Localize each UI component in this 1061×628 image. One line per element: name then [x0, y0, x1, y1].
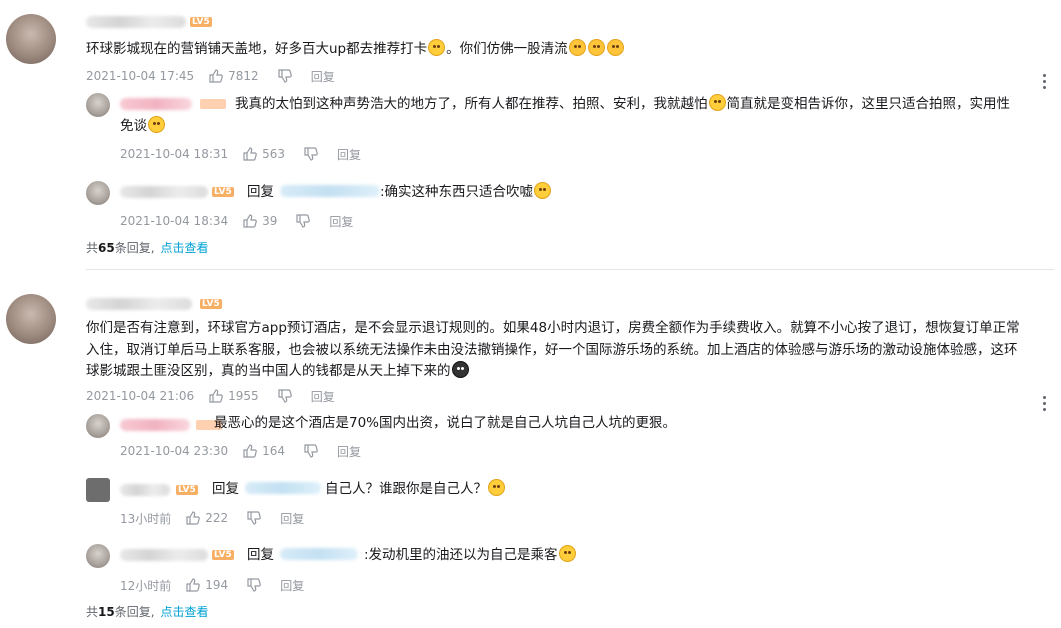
emoji-icon	[534, 182, 552, 199]
reply-meta: 12小时前 194 回复	[120, 575, 304, 595]
level-badge	[200, 99, 226, 109]
reply-button[interactable]: 回复	[337, 146, 361, 163]
avatar[interactable]	[86, 414, 110, 438]
divider	[86, 269, 1054, 270]
thumbs-up-icon[interactable]	[185, 577, 201, 593]
timestamp: 2021-10-04 21:06	[86, 389, 195, 403]
timestamp: 2021-10-04 17:45	[86, 69, 195, 83]
reply-button[interactable]: 回复	[280, 577, 304, 594]
thumbs-down-icon[interactable]	[303, 146, 319, 162]
emoji-icon	[568, 39, 586, 56]
like-count: 1955	[228, 389, 259, 403]
username-blurred[interactable]	[120, 484, 170, 496]
username-blurred[interactable]	[120, 419, 190, 431]
like-count: 222	[205, 511, 229, 525]
username-blurred[interactable]	[86, 298, 192, 310]
view-replies-link[interactable]: 点击查看	[161, 241, 209, 255]
reply-button[interactable]: 回复	[280, 510, 304, 527]
emoji-icon	[587, 39, 605, 56]
reply-button[interactable]: 回复	[311, 388, 335, 405]
like-count: 164	[262, 444, 286, 458]
mentioned-user-blurred[interactable]	[280, 548, 358, 560]
reply-button[interactable]: 回复	[337, 443, 361, 460]
thumbs-up-icon[interactable]	[208, 388, 224, 404]
comment-text-line-1: 你们是否有注意到，环球官方app预订酒店，是不会显示退订规则的。如果48小时内退…	[86, 320, 1020, 336]
reply-meta: 2021-10-04 18:34 39 回复	[120, 211, 353, 231]
like-count: 39	[262, 214, 278, 228]
reply-text-continued: 免谈	[120, 114, 166, 138]
thumbs-down-icon[interactable]	[246, 577, 262, 593]
thumbs-down-icon[interactable]	[277, 388, 293, 404]
username-blurred[interactable]	[120, 98, 192, 110]
avatar[interactable]	[86, 93, 110, 117]
thumbs-up-icon[interactable]	[208, 68, 224, 84]
avatar[interactable]	[6, 14, 56, 64]
like-count: 563	[262, 147, 286, 161]
emoji-icon	[606, 39, 624, 56]
thumbs-down-icon[interactable]	[295, 213, 311, 229]
avatar[interactable]	[86, 544, 110, 568]
thumbs-down-icon[interactable]	[277, 68, 293, 84]
reply-meta: 2021-10-04 23:30 164 回复	[120, 441, 361, 461]
thumbs-up-icon[interactable]	[242, 213, 258, 229]
emoji-icon	[428, 39, 446, 56]
emoji-icon	[148, 116, 165, 133]
reply-meta: 13小时前 222 回复	[120, 508, 304, 528]
level-badge: LV5	[176, 485, 198, 495]
view-all-replies: 共65条回复, 点击查看	[86, 241, 209, 255]
mentioned-user-blurred[interactable]	[280, 185, 380, 197]
view-replies-link[interactable]: 点击查看	[161, 605, 209, 619]
timestamp: 13小时前	[120, 511, 172, 526]
avatar[interactable]	[6, 294, 56, 344]
level-badge: LV5	[200, 299, 222, 309]
thumbs-down-icon[interactable]	[246, 510, 262, 526]
level-badge: LV5	[212, 187, 234, 197]
level-badge: LV5	[190, 17, 212, 27]
comment-text-line-3: 球影城跟土匪没区别，真的当中国人的钱都是从天上掉下来的	[86, 359, 470, 383]
like-count: 194	[205, 578, 229, 592]
comment-meta: 2021-10-04 17:45 7812 回复	[86, 66, 335, 86]
username-blurred[interactable]	[120, 549, 208, 561]
mentioned-user-blurred[interactable]	[245, 482, 321, 494]
comment-text: 环球影城现在的营销铺天盖地，好多百大up都去推荐打卡 。你们仿佛一股清流	[86, 37, 625, 61]
comment-meta: 2021-10-04 21:06 1955 回复	[86, 386, 335, 406]
reply-meta: 2021-10-04 18:31 563 回复	[120, 144, 361, 164]
emoji-icon	[451, 361, 469, 378]
more-options-icon[interactable]	[1043, 396, 1047, 414]
thumbs-up-icon[interactable]	[185, 510, 201, 526]
reply-text: 我真的太怕到这种声势浩大的地方了，所有人都在推荐、拍照、安利，我就越怕 简直就是变…	[235, 94, 1010, 112]
more-options-icon[interactable]	[1043, 74, 1047, 92]
timestamp: 2021-10-04 18:31	[120, 147, 229, 161]
reply-text: 回复:发动机里的油还以为自己是乘客	[247, 543, 577, 567]
reply-text: 回复:确实这种东西只适合吹嘘	[247, 180, 552, 204]
reply-text: 最恶心的是这个酒店是70%国内出资，说白了就是自己人坑自己人坑的更狠。	[214, 415, 677, 431]
timestamp: 12小时前	[120, 578, 172, 593]
reply-text: 回复 自己人？谁跟你是自己人？	[212, 477, 506, 501]
avatar[interactable]	[86, 181, 110, 205]
emoji-icon	[488, 479, 505, 496]
timestamp: 2021-10-04 23:30	[120, 444, 229, 458]
thumbs-up-icon[interactable]	[242, 146, 258, 162]
timestamp: 2021-10-04 18:34	[120, 214, 229, 228]
thumbs-up-icon[interactable]	[242, 443, 258, 459]
username-blurred[interactable]	[120, 186, 208, 198]
emoji-icon	[558, 545, 576, 562]
reply-button[interactable]: 回复	[311, 68, 335, 85]
reply-button[interactable]: 回复	[329, 213, 353, 230]
like-count: 7812	[228, 69, 259, 83]
level-badge: LV5	[212, 550, 234, 560]
username-blurred[interactable]	[86, 16, 186, 28]
emoji-icon	[708, 94, 726, 111]
thumbs-down-icon[interactable]	[303, 443, 319, 459]
view-all-replies: 共15条回复, 点击查看	[86, 605, 209, 619]
avatar[interactable]	[86, 478, 110, 502]
